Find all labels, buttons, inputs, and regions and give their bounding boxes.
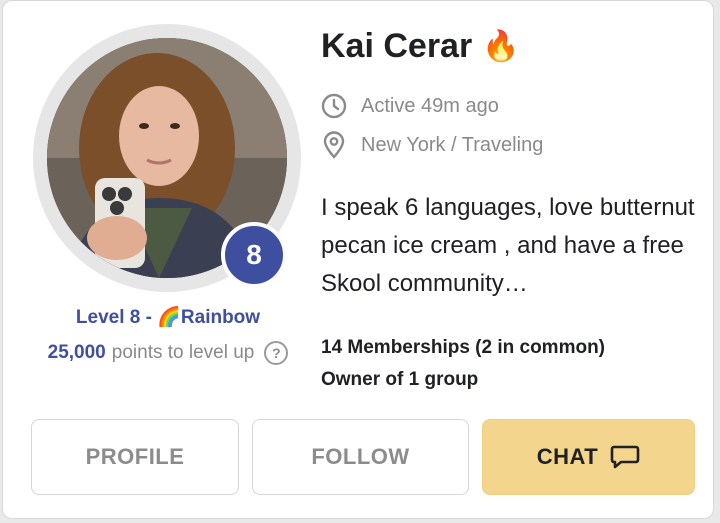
level-name: Rainbow [180, 307, 261, 328]
level-prefix: Level 8 - [75, 307, 158, 328]
chat-button-label: CHAT [536, 444, 599, 469]
chat-bubble-icon [610, 445, 640, 469]
level-badge: 8 [221, 222, 287, 288]
location: New York / Traveling [321, 131, 543, 159]
bio-text: I speak 6 languages, love butternut peca… [321, 194, 695, 297]
owner-text[interactable]: Owner of 1 group [321, 364, 605, 396]
follow-button-label: FOLLOW [311, 444, 410, 469]
name-row: Kai Cerar 🔥 [321, 27, 520, 66]
points-number: 25,000 [47, 342, 106, 363]
memberships-text[interactable]: 14 Memberships (2 in common) [321, 332, 605, 364]
points-text: points to level up [111, 342, 255, 363]
follow-button[interactable]: FOLLOW [252, 419, 469, 495]
profile-name[interactable]: Kai Cerar [321, 27, 472, 66]
question-circle-icon[interactable]: ? [264, 341, 289, 365]
active-status: Active 49m ago [321, 93, 499, 119]
fire-emoji-icon: 🔥 [482, 30, 520, 63]
clock-icon [321, 93, 347, 119]
points-to-level-up: 25,000 points to level up ? [3, 341, 333, 365]
profile-button-label: PROFILE [85, 444, 185, 469]
rainbow-emoji-icon: 🌈 [157, 307, 181, 328]
location-pin-icon [323, 131, 345, 159]
avatar-ring: 8 [33, 24, 301, 292]
profile-card: 8 Level 8 - 🌈Rainbow 25,000 points to le… [2, 0, 714, 519]
membership-stats: 14 Memberships (2 in common) Owner of 1 … [321, 332, 605, 396]
active-text: Active 49m ago [361, 94, 499, 117]
level-label[interactable]: Level 8 - 🌈Rainbow [3, 305, 333, 329]
location-text: New York / Traveling [361, 133, 544, 156]
profile-button[interactable]: PROFILE [31, 419, 239, 495]
chat-button[interactable]: CHAT [482, 419, 695, 495]
